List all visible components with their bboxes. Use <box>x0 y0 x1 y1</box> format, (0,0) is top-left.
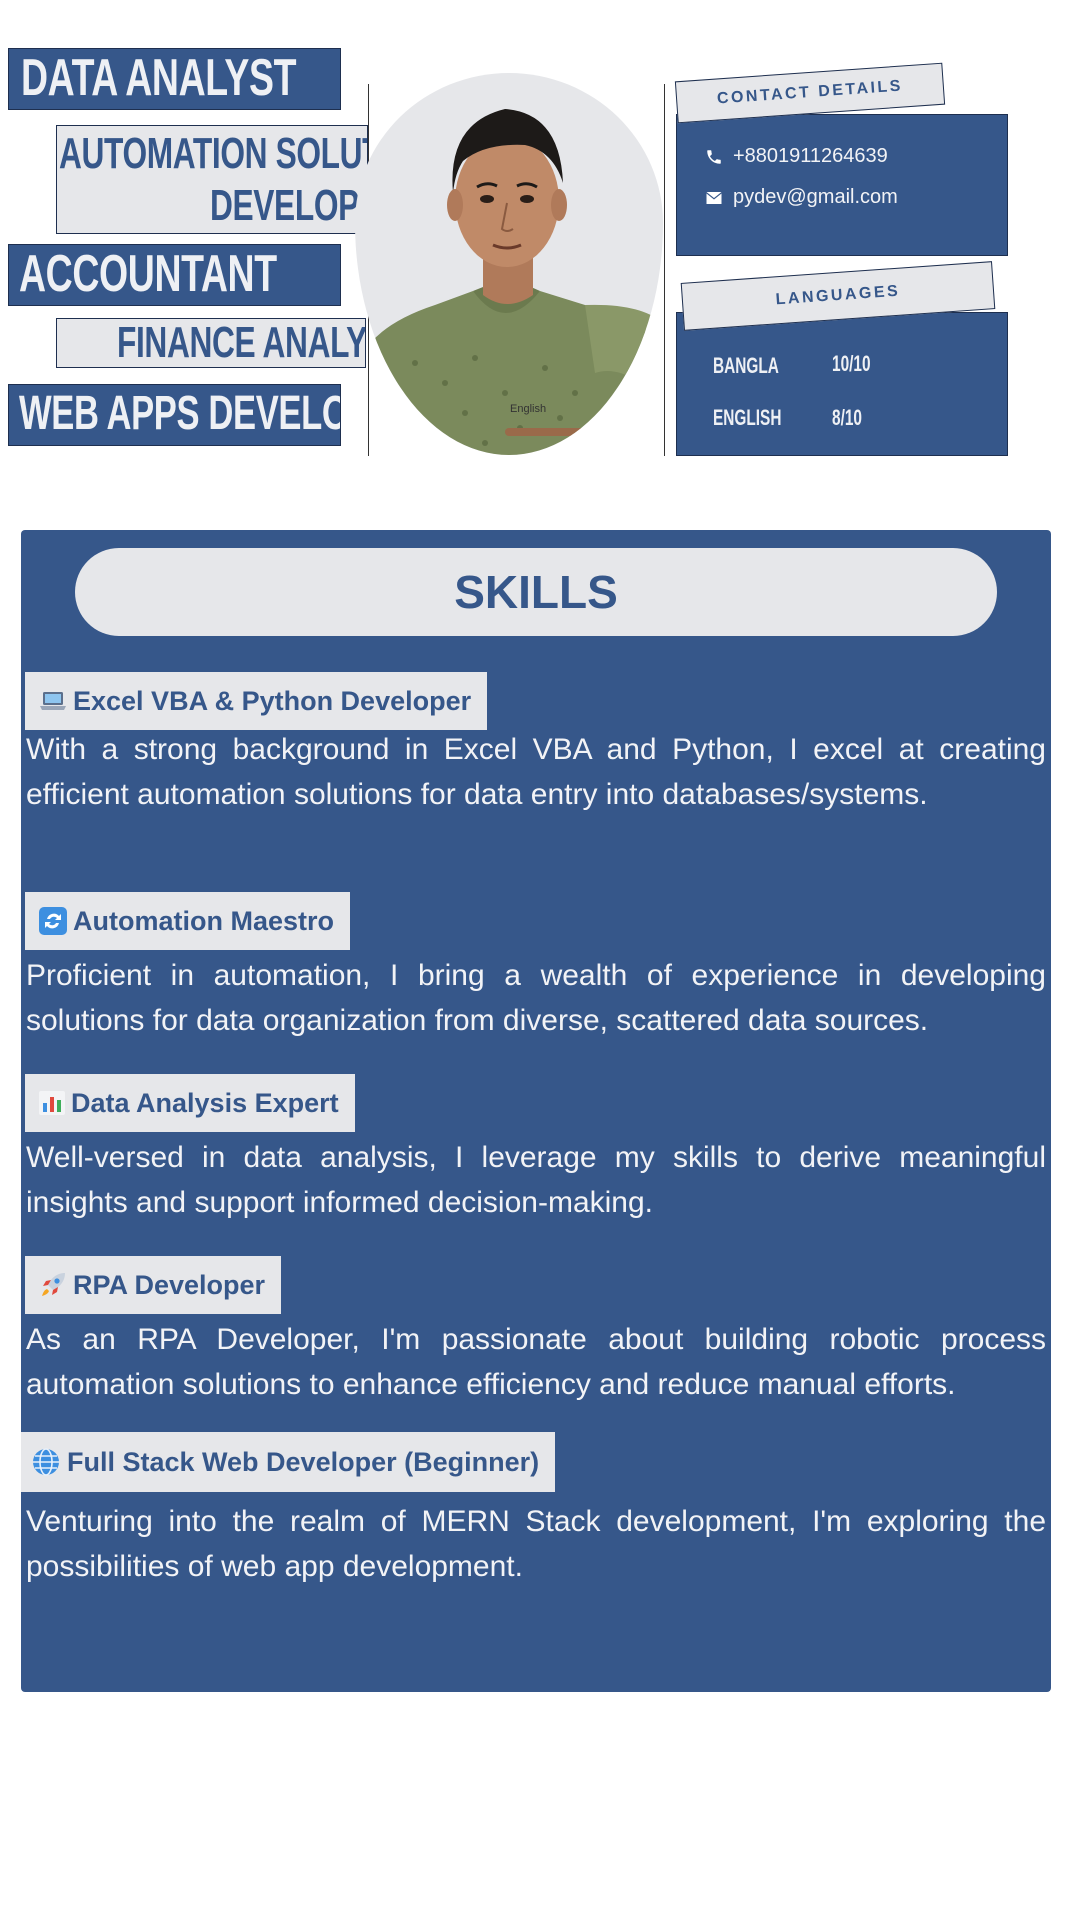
phone-icon <box>705 148 733 166</box>
skills-section: SKILLS Excel VBA & Python Developer With… <box>21 530 1051 1692</box>
language-name-bangla: BANGLA <box>713 353 779 378</box>
languages-panel: BANGLA 10/10 ENGLISH 8/10 <box>676 312 1008 456</box>
title-automation-solution-developer: AUTOMATION SOLUTION DEVELOPER <box>56 125 368 234</box>
rocket-icon <box>39 1271 67 1299</box>
contact-phone[interactable]: +8801911264639 <box>705 145 888 168</box>
skill-title-rpa: RPA Developer <box>25 1256 282 1314</box>
skill-title-data-analysis: Data Analysis Expert <box>25 1074 355 1132</box>
skill-desc-automation: Proficient in automation, I bring a weal… <box>26 959 1046 1037</box>
skills-heading: SKILLS <box>75 548 997 636</box>
language-name-english: ENGLISH <box>713 405 782 430</box>
skill-title-full-stack: Full Stack Web Developer (Beginner) <box>21 1432 556 1492</box>
refresh-icon <box>39 907 67 935</box>
language-score-english: 8/10 <box>832 405 862 430</box>
language-score-bangla: 10/10 <box>832 351 871 376</box>
globe-icon <box>31 1447 61 1477</box>
divider-right <box>664 84 665 456</box>
skill-desc-full-stack: Venturing into the realm of MERN Stack d… <box>26 1505 1046 1583</box>
email-icon <box>705 190 733 206</box>
bar-chart-icon <box>39 1091 65 1115</box>
title-data-analyst: DATA ANALYST <box>8 48 341 110</box>
contact-panel: +8801911264639 pydev@gmail.com <box>676 114 1008 256</box>
person-portrait-icon <box>355 109 663 455</box>
skill-desc-data-analysis: Well-versed in data analysis, I leverage… <box>26 1141 1046 1219</box>
title-accountant: ACCOUNTANT <box>8 244 341 306</box>
skill-desc-excel-vba: With a strong background in Excel VBA an… <box>26 733 1046 811</box>
laptop-icon <box>39 690 67 712</box>
title-finance-analyst: FINANCE ANALYST <box>56 318 366 368</box>
skill-desc-rpa: As an RPA Developer, I'm passionate abou… <box>26 1323 1046 1401</box>
profile-photo: English R <box>355 73 663 455</box>
skill-title-automation: Automation Maestro <box>25 892 351 950</box>
contact-email[interactable]: pydev@gmail.com <box>705 186 898 209</box>
photo-overlay-text: English <box>510 403 547 415</box>
title-web-apps-developer: WEB APPS DEVELOPER <box>8 384 341 446</box>
photo-overlay-letter: R <box>597 416 608 433</box>
skill-title-excel-vba: Excel VBA & Python Developer <box>25 672 488 730</box>
